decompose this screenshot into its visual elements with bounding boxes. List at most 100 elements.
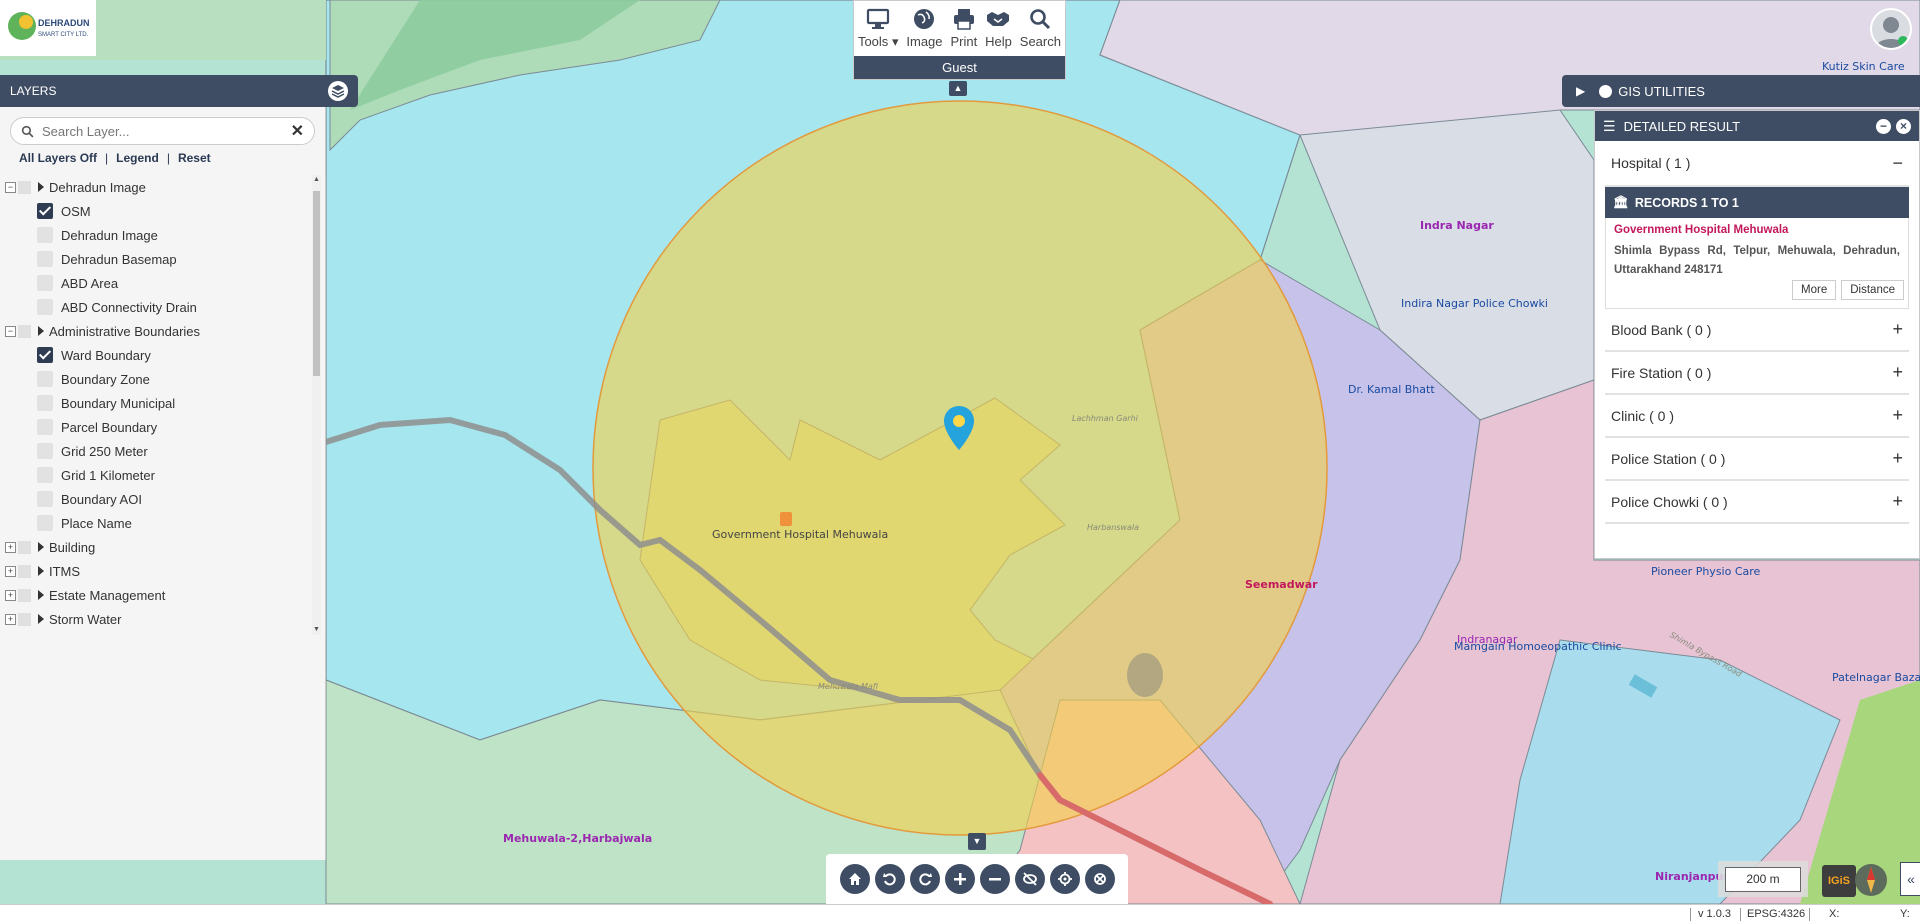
caret-right-icon[interactable] [38,566,44,576]
group-checkbox[interactable] [18,180,31,194]
undo-button[interactable] [874,864,905,894]
image-button[interactable]: Image [906,7,943,59]
gis-utilities-header[interactable]: ▶ GIS UTILITIES [1562,75,1920,107]
category-police-chowki[interactable]: Police Chowki ( 0 ) + [1605,481,1909,524]
layer-checkbox[interactable] [37,491,53,507]
clear-search-icon[interactable]: ✕ [291,121,304,141]
layer-tree-scrollbar[interactable]: ▲ ▼ [312,175,321,635]
layer-item-boundary-zone[interactable]: Boundary Zone [0,367,316,391]
layer-item-grid-1km[interactable]: Grid 1 Kilometer [0,463,316,487]
caret-right-icon[interactable]: ▶ [1576,84,1585,98]
layer-item-boundary-municipal[interactable]: Boundary Municipal [0,391,316,415]
home-button[interactable] [839,864,870,894]
category-clinic[interactable]: Clinic ( 0 ) + [1605,395,1909,438]
expand-icon[interactable]: + [5,613,16,625]
layer-item-abd-area[interactable]: ABD Area [0,271,316,295]
user-avatar[interactable] [1870,8,1912,50]
clear-button[interactable] [1084,864,1115,894]
compass-icon[interactable] [1855,864,1887,896]
category-hospital[interactable]: Hospital ( 1 ) − [1605,141,1909,187]
controls-collapse-button[interactable]: ▼ [968,833,986,850]
collapse-icon[interactable]: − [5,181,16,193]
caret-right-icon[interactable] [38,326,44,336]
collapse-right-panel-button[interactable]: « [1900,862,1920,896]
more-button[interactable]: More [1792,280,1837,300]
category-police-station[interactable]: Police Station ( 0 ) + [1605,438,1909,481]
zoom-out-button[interactable] [979,864,1010,894]
layer-item-dehradun-basemap[interactable]: Dehradun Basemap [0,247,316,271]
layer-group-building[interactable]: + Building [0,535,316,559]
distance-button[interactable]: Distance [1841,280,1904,300]
layer-checkbox[interactable] [37,227,53,243]
legend-link[interactable]: Legend [116,151,159,165]
category-blood-bank[interactable]: Blood Bank ( 0 ) + [1605,309,1909,352]
layer-group-itms[interactable]: + ITMS [0,559,316,583]
expand-icon[interactable]: + [5,589,16,601]
expand-icon[interactable]: + [5,541,16,553]
layer-checkbox[interactable] [37,299,53,315]
layer-group-admin-boundaries[interactable]: − Administrative Boundaries [0,319,316,343]
group-checkbox[interactable] [18,588,31,602]
layer-checkbox[interactable] [37,515,53,531]
layer-checkbox[interactable] [37,251,53,267]
layer-group-dehradun-image[interactable]: − Dehradun Image [0,175,316,199]
all-layers-off-link[interactable]: All Layers Off [19,151,97,165]
hospital-map-icon[interactable] [780,512,792,526]
collapse-icon[interactable]: − [1892,153,1903,174]
layer-item-parcel-boundary[interactable]: Parcel Boundary [0,415,316,439]
scroll-down-icon[interactable]: ▼ [312,625,321,635]
scroll-up-icon[interactable]: ▲ [312,175,321,185]
category-fire-station[interactable]: Fire Station ( 0 ) + [1605,352,1909,395]
layers-stack-icon[interactable] [328,81,348,101]
detailed-result-header: ☰ DETAILED RESULT − × [1595,111,1919,141]
caret-right-icon[interactable] [38,614,44,624]
layer-item-dehradun-image[interactable]: Dehradun Image [0,223,316,247]
location-pin-icon[interactable] [942,404,976,452]
search-button[interactable]: Search [1020,7,1061,59]
expand-icon[interactable]: + [5,565,16,577]
print-button[interactable]: Print [950,7,977,59]
layer-checkbox[interactable] [37,347,53,363]
layer-item-ward-boundary[interactable]: Ward Boundary [0,343,316,367]
layer-checkbox[interactable] [37,395,53,411]
layer-item-place-name[interactable]: Place Name [0,511,316,535]
expand-icon[interactable]: + [1892,405,1903,426]
tools-button[interactable]: Tools ▾ [858,7,898,59]
group-checkbox[interactable] [18,564,31,578]
layer-item-osm[interactable]: OSM [0,199,316,223]
caret-right-icon[interactable] [38,590,44,600]
zoom-in-button[interactable] [944,864,975,894]
collapse-icon[interactable]: − [5,325,16,337]
reset-link[interactable]: Reset [178,151,211,165]
layer-item-grid-250[interactable]: Grid 250 Meter [0,439,316,463]
layer-group-storm-water[interactable]: + Storm Water [0,607,316,631]
group-checkbox[interactable] [18,612,31,626]
minimize-icon[interactable]: − [1876,118,1891,134]
caret-right-icon[interactable] [38,182,44,192]
layer-checkbox[interactable] [37,203,53,219]
layer-checkbox[interactable] [37,275,53,291]
help-button[interactable]: Help [985,7,1012,59]
locate-button[interactable] [1049,864,1080,894]
layer-checkbox[interactable] [37,371,53,387]
expand-icon[interactable]: + [1892,491,1903,512]
expand-icon[interactable]: + [1892,448,1903,469]
caret-right-icon[interactable] [38,542,44,552]
close-icon[interactable]: × [1896,118,1911,134]
layer-checkbox[interactable] [37,419,53,435]
expand-icon[interactable]: + [1892,319,1903,340]
scroll-thumb[interactable] [313,191,320,376]
group-checkbox[interactable] [18,540,31,554]
layer-search-input[interactable] [40,122,291,140]
toolbar-collapse-button[interactable]: ▲ [949,81,967,96]
layer-item-abd-drain[interactable]: ABD Connectivity Drain [0,295,316,319]
group-checkbox[interactable] [18,324,31,338]
hide-button[interactable] [1014,864,1045,894]
layer-checkbox[interactable] [37,467,53,483]
layer-item-boundary-aoi[interactable]: Boundary AOI [0,487,316,511]
layer-group-estate[interactable]: + Estate Management [0,583,316,607]
record-name[interactable]: Government Hospital Mehuwala [1614,224,1900,236]
layer-checkbox[interactable] [37,443,53,459]
expand-icon[interactable]: + [1892,362,1903,383]
redo-button[interactable] [909,864,940,894]
